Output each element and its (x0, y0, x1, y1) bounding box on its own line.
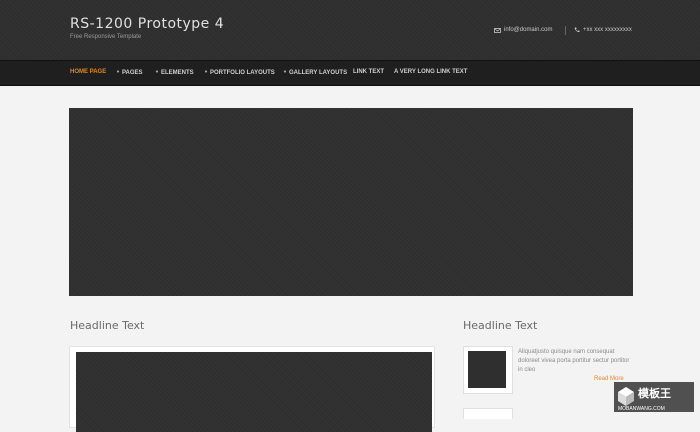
watermark-logo: 模板王 MOBANWANG.COM (614, 382, 694, 412)
contact-phone-text: +xx xxx xxxxxxxxx (583, 27, 632, 33)
envelope-icon (494, 27, 501, 33)
watermark-url: MOBANWANG.COM (618, 406, 665, 412)
main-nav: HOME PAGE ▼ PAGES ▼ ELEMENTS ▼ PORTFOLIO LA… (0, 60, 700, 86)
nav-item-long-link-text[interactable]: A VERY LONG LINK TEXT (394, 69, 467, 75)
watermark-brand: 模板王 (638, 386, 671, 400)
contact-email-text: info@domain.com (504, 27, 553, 33)
site-title[interactable]: RS-1200 Prototype 4 (70, 16, 224, 32)
main-content-card (69, 346, 435, 432)
side-thumbnail-image (468, 351, 506, 388)
main-content-image (76, 352, 432, 432)
nav-item-portfolio-layouts[interactable]: ▼ PORTFOLIO LAYOUTS (204, 69, 275, 76)
contact-divider (565, 26, 566, 35)
caret-down-icon: ▼ (116, 69, 120, 74)
contact-email[interactable]: info@domain.com (494, 27, 552, 33)
right-headline: Headline Text (463, 319, 538, 332)
side-thumbnail[interactable] (463, 346, 513, 394)
nav-item-pages[interactable]: ▼ PAGES (116, 69, 143, 76)
left-headline: Headline Text (70, 319, 145, 332)
caret-down-icon: ▼ (283, 69, 287, 74)
site-tagline: Free Responsive Template (70, 34, 142, 40)
caret-down-icon: ▼ (155, 69, 159, 74)
contact-phone[interactable]: +xx xxx xxxxxxxxx (574, 27, 632, 33)
caret-down-icon: ▼ (204, 69, 208, 74)
side-excerpt: Aliquatjusto quisque nam consequat dolor… (518, 349, 630, 373)
phone-icon (574, 27, 580, 33)
nav-item-link-text[interactable]: LINK TEXT (353, 69, 384, 75)
hero-image (69, 108, 633, 296)
site-header: RS-1200 Prototype 4 Free Responsive Temp… (0, 0, 700, 60)
nav-item-home[interactable]: HOME PAGE (70, 69, 106, 75)
nav-item-gallery-layouts[interactable]: ▼ GALLERY LAYOUTS (283, 69, 347, 76)
nav-item-elements[interactable]: ▼ ELEMENTS (155, 69, 194, 76)
